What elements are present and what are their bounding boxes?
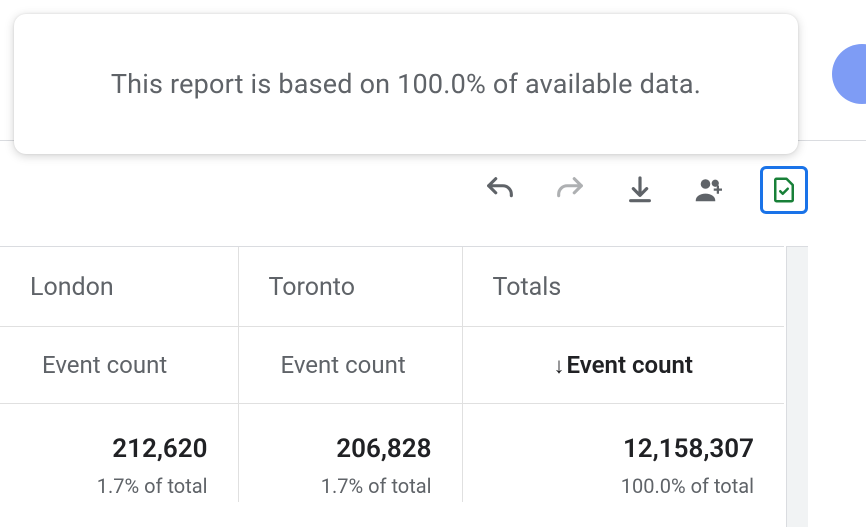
column-header-london[interactable]: London: [0, 247, 238, 327]
sort-desc-icon: ↓: [554, 353, 565, 379]
metric-label-sorted[interactable]: ↓Event count: [462, 327, 784, 404]
people-add-icon: [692, 172, 728, 208]
column-header-toronto[interactable]: Toronto: [238, 247, 462, 327]
cell-value: 206,828: [259, 434, 432, 464]
undo-button[interactable]: [480, 170, 520, 210]
redo-icon: [553, 173, 587, 207]
table-metric-row: Event count Event count ↓Event count: [0, 327, 784, 404]
metric-label[interactable]: Event count: [0, 327, 238, 404]
avatar[interactable]: [832, 44, 866, 104]
scrollbar[interactable]: [786, 246, 808, 527]
cell-percent: 100.0% of total: [483, 474, 755, 498]
cell-percent: 1.7% of total: [20, 474, 208, 498]
tooltip-text: This report is based on 100.0% of availa…: [111, 68, 701, 100]
check-document-icon: [769, 175, 799, 205]
table-row: 212,620 1.7% of total 206,828 1.7% of to…: [0, 404, 784, 503]
data-quality-button[interactable]: [760, 166, 808, 214]
report-table: London Toronto Totals Event count Event …: [0, 246, 784, 527]
metric-label[interactable]: Event count: [238, 327, 462, 404]
table-header-row: London Toronto Totals: [0, 247, 784, 327]
data-quality-tooltip: This report is based on 100.0% of availa…: [14, 14, 798, 154]
redo-button[interactable]: [550, 170, 590, 210]
toolbar: [480, 160, 808, 220]
cell-value: 12,158,307: [483, 434, 755, 464]
data-cell: 12,158,307 100.0% of total: [462, 404, 784, 503]
data-cell: 212,620 1.7% of total: [0, 404, 238, 503]
data-cell: 206,828 1.7% of total: [238, 404, 462, 503]
cell-value: 212,620: [20, 434, 208, 464]
column-header-totals[interactable]: Totals: [462, 247, 784, 327]
download-icon: [624, 174, 656, 206]
undo-icon: [483, 173, 517, 207]
cell-percent: 1.7% of total: [259, 474, 432, 498]
download-button[interactable]: [620, 170, 660, 210]
share-button[interactable]: [690, 170, 730, 210]
metric-label-text: Event count: [567, 351, 693, 379]
